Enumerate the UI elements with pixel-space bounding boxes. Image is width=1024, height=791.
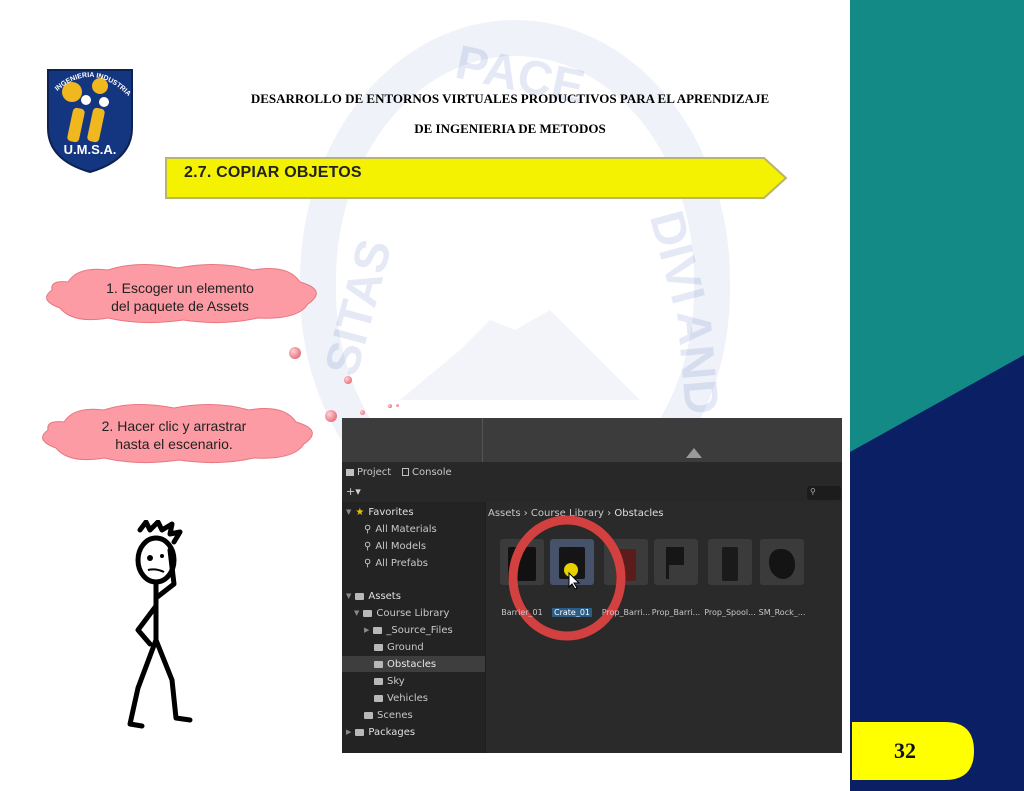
search-icon: ⚲: [364, 540, 372, 552]
search-icon: ⚲: [364, 523, 372, 535]
scene-view-strip: [342, 418, 842, 462]
assets-row[interactable]: ▼ Assets: [346, 588, 401, 604]
search-input[interactable]: ⚲: [807, 486, 841, 500]
asset-label: Barrier_01: [501, 608, 543, 617]
panel-tabs: Project Console: [342, 462, 842, 482]
expand-arrow-icon: ▼: [346, 592, 352, 600]
project-toolbar: +▾: [342, 482, 842, 502]
folder-item-sky[interactable]: Sky: [374, 673, 405, 689]
section-title: 2.7. COPIAR OBJETOS: [184, 164, 362, 181]
search-icon: ⚲: [364, 557, 372, 569]
step-2-line-1: 2. Hacer clic y arrastrar: [101, 418, 247, 434]
folder-label: Scenes: [377, 709, 413, 721]
favorite-item-label: All Models: [375, 540, 427, 552]
folder-icon: [374, 643, 383, 651]
favorite-item[interactable]: ⚲ All Prefabs: [364, 555, 428, 571]
favorite-item[interactable]: ⚲ All Materials: [364, 521, 437, 537]
tab-console[interactable]: Console: [402, 465, 452, 479]
folder-label: Vehicles: [387, 692, 428, 704]
folder-item-obstacles[interactable]: Obstacles: [342, 656, 485, 672]
folder-item-scenes[interactable]: Scenes: [364, 707, 413, 723]
selected-asset-label: Crate_01: [551, 608, 592, 617]
folder-icon: [373, 626, 383, 634]
folder-item-source-files[interactable]: ▶ _Source_Files: [364, 622, 453, 638]
asset-label: Prop_Barri...: [601, 608, 651, 617]
spool-model-icon: [722, 547, 738, 581]
favorite-item-label: All Materials: [375, 523, 437, 535]
umsa-logo: INGENIERIA INDUSTRIAL U.M.S.A.: [42, 66, 133, 174]
tab-project[interactable]: Project: [346, 465, 391, 479]
favorite-item-label: All Prefabs: [375, 557, 429, 569]
folder-label: _Source_Files: [386, 624, 453, 636]
thought-bubble-2: [344, 376, 352, 384]
thought-bubble-1: [289, 347, 301, 359]
folder-icon: [374, 677, 383, 685]
star-icon: ★: [355, 506, 365, 518]
course-library-label: Course Library: [376, 607, 450, 619]
folder-label: Ground: [387, 641, 424, 653]
asset-label: Prop_Barri...: [651, 608, 701, 617]
highlight-circle: [508, 515, 626, 641]
folder-icon: [364, 711, 373, 719]
watermark-text-right-lower: AND: [666, 308, 728, 417]
expand-arrow-icon: ▼: [354, 609, 360, 617]
asset-label-selected: Crate_01: [544, 608, 600, 617]
project-tab-icon: [346, 468, 354, 476]
folder-icon: [374, 660, 383, 668]
course-library-row[interactable]: ▼ Course Library: [354, 605, 449, 621]
header-line-1: DESARROLLO DE ENTORNOS VIRTUALES PRODUCT…: [250, 91, 770, 106]
folder-item-vehicles[interactable]: Vehicles: [374, 690, 428, 706]
step-2-text: 2. Hacer clic y arrastrar hasta el escen…: [54, 417, 294, 453]
favorites-row[interactable]: ▼ ★ Favorites: [346, 504, 414, 520]
step-2-line-2: hasta el escenario.: [115, 436, 233, 452]
packages-row[interactable]: ▶ Packages: [346, 724, 415, 740]
thought-bubble-3: [325, 410, 337, 422]
folder-tree: ▼ ★ Favorites ⚲ All Materials ⚲ All Mode…: [342, 502, 485, 753]
page-number: 32: [894, 738, 916, 763]
expand-arrow-icon: ▶: [364, 626, 370, 634]
watermark-mountain: [400, 310, 640, 400]
rock-model-icon: [769, 549, 795, 579]
expand-arrow-icon: ▼: [346, 508, 352, 516]
folder-label: Obstacles: [387, 658, 437, 670]
right-side-bar: [850, 0, 1024, 791]
console-tab-icon: [402, 468, 409, 476]
add-button[interactable]: +▾: [346, 485, 361, 498]
favorites-label: Favorites: [368, 506, 414, 518]
tab-console-label: Console: [412, 466, 452, 478]
thought-bubble-4: [360, 410, 365, 415]
folder-open-icon: [363, 609, 373, 617]
mouse-pointer-icon: [568, 572, 580, 590]
asset-thumbnail-prop-barrier-2[interactable]: [654, 539, 698, 585]
folder-item-ground[interactable]: Ground: [374, 639, 424, 655]
unity-project-window: Project Console +▾ ⚲ ▼ ★ Favorites ⚲ All…: [342, 418, 842, 753]
asset-label: SM_Rock_...: [758, 608, 806, 617]
assets-label: Assets: [368, 590, 401, 602]
flag-pole-icon: [666, 547, 669, 579]
tab-project-label: Project: [357, 466, 392, 478]
search-icon: ⚲: [810, 487, 816, 496]
step-1-line-2: del paquete de Assets: [111, 298, 249, 314]
thought-bubble-6: [396, 404, 399, 407]
asset-thumbnail-rock[interactable]: [760, 539, 804, 585]
asset-label: Prop_Spool...: [704, 608, 756, 617]
folder-icon: [355, 728, 365, 736]
folder-label: Sky: [387, 675, 405, 687]
step-1-line-1: 1. Escoger un elemento: [106, 280, 254, 296]
expand-arrow-icon: ▶: [346, 728, 352, 736]
folder-icon: [374, 694, 383, 702]
thinking-stick-figure: [127, 520, 193, 729]
logo-acronym: U.M.S.A.: [64, 142, 117, 157]
header-line-2: DE INGENIERIA DE METODOS: [414, 121, 606, 136]
favorite-item[interactable]: ⚲ All Models: [364, 538, 426, 554]
folder-open-icon: [355, 592, 365, 600]
step-1-text: 1. Escoger un elemento del paquete de As…: [60, 279, 300, 315]
thought-bubble-5: [388, 404, 392, 408]
scene-gizmo: [686, 448, 702, 458]
packages-label: Packages: [368, 726, 416, 738]
asset-thumbnail-prop-spool[interactable]: [708, 539, 752, 585]
